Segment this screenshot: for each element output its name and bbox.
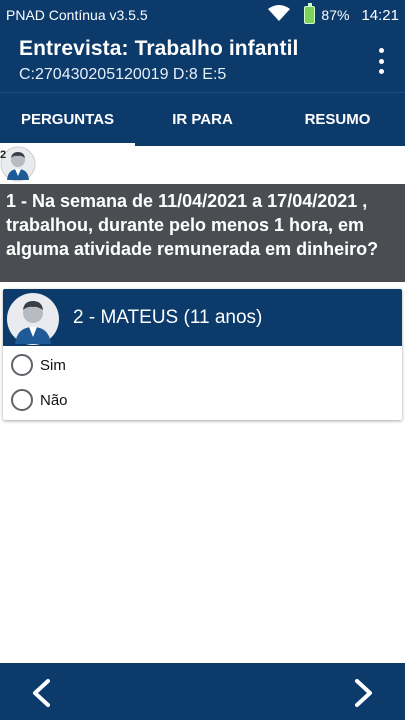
option-nao-label: Não <box>40 391 68 409</box>
overflow-menu-icon[interactable] <box>371 48 391 74</box>
wifi-icon <box>268 5 291 25</box>
tab-ir-para[interactable]: IR PARA <box>135 93 270 146</box>
battery-level: 87% <box>321 7 350 23</box>
status-bar: PNAD Contínua v3.5.5 87% 14:21 <box>0 0 405 30</box>
option-sim-label: Sim <box>40 356 66 374</box>
member-avatar-icon <box>7 293 59 345</box>
status-time: 14:21 <box>361 6 399 24</box>
back-chevron-icon[interactable] <box>22 673 62 713</box>
member-name: 2 - MATEUS (11 anos) <box>73 307 263 328</box>
tab-bar: PERGUNTAS IR PARA RESUMO <box>0 92 405 146</box>
person-number: 2 <box>0 149 7 161</box>
option-sim[interactable]: Sim <box>11 352 66 378</box>
question-text: 1 - Na semana de 11/04/2021 a 17/04/2021… <box>0 184 405 282</box>
radio-nao[interactable] <box>11 389 33 411</box>
tab-perguntas[interactable]: PERGUNTAS <box>0 93 135 146</box>
option-nao[interactable]: Não <box>11 387 68 413</box>
page-subtitle: C:270430205120019 D:8 E:5 <box>19 66 227 83</box>
radio-sim[interactable] <box>11 354 33 376</box>
member-header: 2 - MATEUS (11 anos) <box>3 289 402 346</box>
tab-resumo[interactable]: RESUMO <box>270 93 405 146</box>
battery-icon <box>304 3 316 24</box>
answer-card: 2 - MATEUS (11 anos) Sim Não <box>3 289 402 420</box>
status-app-name: PNAD Contínua v3.5.5 <box>6 7 148 23</box>
next-chevron-icon[interactable] <box>343 673 383 713</box>
app-bar: Entrevista: Trabalho infantil C:27043020… <box>0 30 405 92</box>
page-title: Entrevista: Trabalho infantil <box>19 37 299 60</box>
bottom-nav-bar <box>0 663 405 720</box>
person-indicator: 2 <box>0 146 405 184</box>
